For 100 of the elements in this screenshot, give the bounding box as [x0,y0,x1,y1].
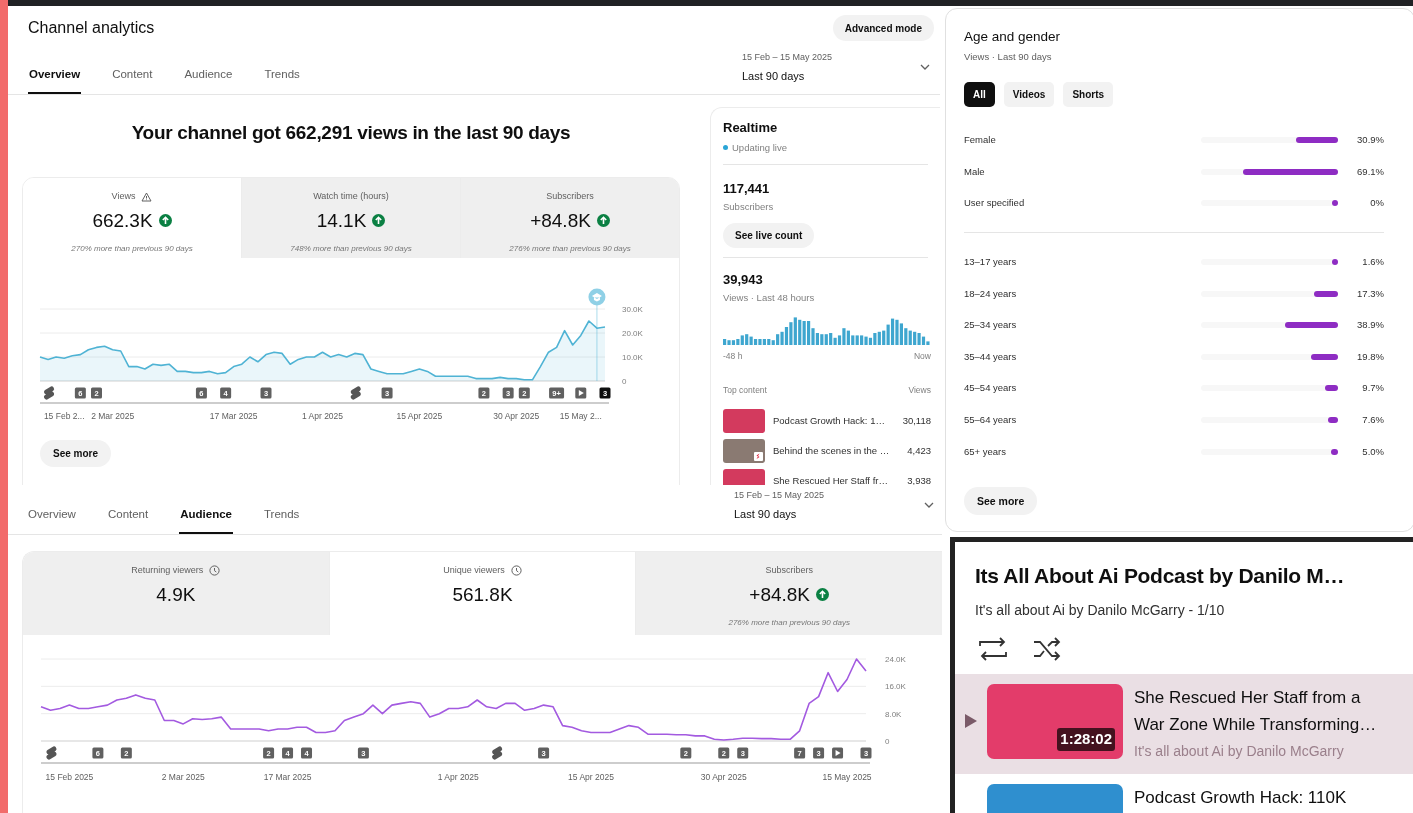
axis-label: 20.0K [622,329,643,338]
axis-label: 0 [622,377,627,386]
shorts-event-icon[interactable] [44,386,55,400]
axis-label: 1 Apr 2025 [301,411,344,421]
metric-value: +84.8K [530,208,591,233]
percent-value: 30.9% [1356,133,1384,148]
axis-label: 15 Feb 2025 [45,772,94,782]
trend-up-icon [816,588,830,602]
shorts-event-icon[interactable] [350,386,361,400]
axis-label: 2 Mar 2025 [91,411,135,421]
tab[interactable]: Audience [179,497,233,534]
metric-tab[interactable]: Watch time (hours) 14.1K 748% more than previous 90 days [241,178,460,258]
video-title: Podcast Growth Hack: 110K [1134,786,1348,809]
content-title[interactable]: Podcast Growth Hack: 1… [773,413,885,428]
playlist-subtitle[interactable]: It's all about Ai by Danilo McGarry - 1/10 [955,599,1413,621]
percent-value: 38.9% [1356,318,1384,333]
percent-value: 5.0% [1361,444,1384,459]
views-count: 39,943 [723,270,764,289]
metric-value: 561.8K [452,582,513,607]
date-range-picker[interactable]: 15 Feb – 15 May 2025 Last 90 days [733,489,824,522]
metric-value: 14.1K [316,208,367,233]
row-label: Male [964,164,985,179]
row-label: 55–64 years [964,412,1017,427]
date-range-picker[interactable]: 15 Feb – 15 May 2025 Last 90 days [741,51,832,84]
metric-tab[interactable]: Returning viewers 4.9K [23,552,329,635]
metric-tab[interactable]: Subscribers +84.8K 276% more than previous 90 days [460,178,679,258]
view-count: 30,118 [902,413,931,428]
metric-value: +84.8K [749,582,811,607]
metric-caption: 276% more than previous 90 days [728,617,850,629]
chevron-icon [924,501,934,508]
axis-label: 30 Apr 2025 [700,772,747,782]
tab[interactable]: Overview [27,497,77,534]
axis-label: 0 [885,737,890,746]
row-label: 65+ years [964,444,1006,459]
axis-label: 15 Feb 2... [43,411,85,421]
percent-value: 19.8% [1356,349,1384,364]
playlist-item[interactable]: 1:28:02 She Rescued Her Staff from a War Zone While Transforming… It's all about Ai by Danilo McGarry [955,673,1413,774]
axis-label: 8.0K [885,709,902,719]
live-count-button[interactable]: See live count [723,222,815,248]
shorts-event-icon[interactable] [46,746,57,760]
percent-value: 69.1% [1356,164,1384,179]
metric-label: Subscribers [546,190,594,203]
percent-value: 17.3% [1356,286,1384,301]
see-more-button[interactable]: See more [40,440,112,467]
trend-up-icon [372,214,386,228]
filter-chip[interactable]: Shorts [1063,81,1114,107]
axis-label: 15 Apr 2025 [396,411,443,421]
video-event-icon[interactable] [832,747,844,759]
filter-chip[interactable]: All [964,81,995,107]
card-title: Age and gender [964,28,1062,46]
axis-label: 30 Apr 2025 [493,411,540,421]
metric-value: 4.9K [156,582,196,607]
chevron-icon [920,63,930,70]
metric-label: Subscribers [765,564,813,577]
shuffle-icon[interactable] [1032,636,1062,661]
tab[interactable]: Overview [28,57,82,94]
filter-chip[interactable]: Videos [1003,81,1055,107]
subscriber-count: 117,441 [723,179,771,198]
percent-value: 9.7% [1361,381,1384,396]
tab[interactable]: Content [111,57,154,94]
tab[interactable]: Content [106,497,150,534]
column-header: Views [908,384,931,397]
shorts-icon [754,451,763,461]
axis-label: 16.0K [885,682,906,692]
column-header: Top content [723,384,767,397]
axis-label: Now [914,350,931,363]
metric-caption: 748% more than previous 90 days [290,243,412,255]
tab[interactable]: Audience [183,57,234,94]
percent-value: 7.6% [1361,412,1384,427]
row-label: 18–24 years [964,286,1017,301]
content-title[interactable]: Behind the scenes in the … [773,443,890,458]
axis-label: -48 h [723,350,743,363]
clock-icon [209,565,221,577]
page-title: Channel analytics [28,18,155,38]
row-label: 13–17 years [964,254,1017,269]
tab[interactable]: Trends [263,57,301,94]
now-playing-icon [965,714,977,728]
card-title: Realtime [723,119,779,137]
row-label: 35–44 years [964,349,1017,364]
percent-value: 1.6% [1361,254,1384,269]
tab[interactable]: Trends [263,497,301,534]
trend-up-icon [596,214,610,228]
axis-label: 15 May 2025 [822,772,872,782]
warning-icon [141,191,153,202]
see-more-button[interactable]: See more [964,487,1038,516]
repeat-icon[interactable] [978,636,1008,661]
advanced-mode-button[interactable]: Advanced mode [832,15,934,41]
metric-caption: 276% more than previous 90 days [509,243,631,255]
metric-tab[interactable]: Subscribers +84.8K 276% more than previous 90 days [635,552,942,635]
shorts-event-icon[interactable] [492,746,503,760]
axis-label: 2 Mar 2025 [161,772,205,782]
video-duration: 1:28:02 [1057,728,1115,751]
video-title: She Rescued Her Staff from a War Zone While Transforming… [1134,686,1378,736]
video-event-icon[interactable] [575,387,587,399]
row-label: 25–34 years [964,318,1017,333]
axis-label: 24.0K [885,655,906,664]
axis-label: 17 Mar 2025 [263,772,312,782]
content-title[interactable]: She Rescued Her Staff fr… [773,473,888,485]
stat-label: Subscribers [723,200,775,215]
metric-caption: 270% more than previous 90 days [71,243,193,255]
